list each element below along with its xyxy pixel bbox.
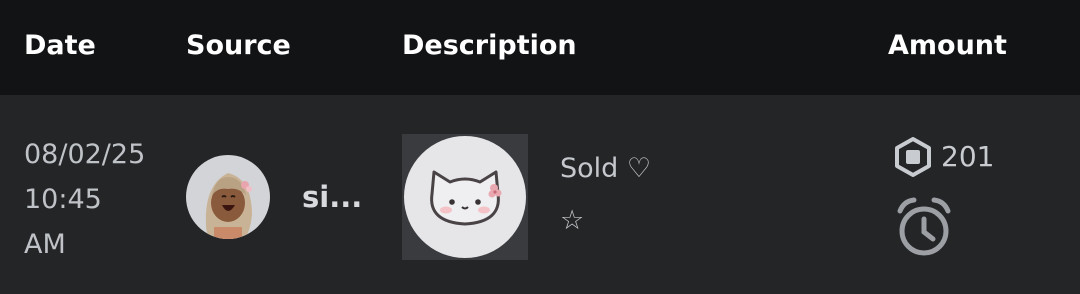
cat-icon bbox=[430, 170, 502, 226]
table-header: Date Source Description Amount bbox=[0, 0, 1080, 95]
description-title[interactable]: Sold ♡ bbox=[560, 153, 651, 184]
avatar[interactable] bbox=[186, 155, 270, 239]
amount-value: 201 bbox=[941, 140, 995, 173]
table-row: 08/02/25 10:45 AM si... Sold ♡ ☆ 201 bbox=[0, 95, 1080, 294]
date-line: 08/02/25 bbox=[24, 139, 146, 170]
header-source: Source bbox=[186, 30, 291, 61]
robux-icon bbox=[895, 137, 931, 177]
clock-icon bbox=[897, 197, 951, 256]
description-subtitle: ☆ bbox=[560, 205, 585, 236]
avatar-image bbox=[205, 173, 252, 239]
header-amount: Amount bbox=[888, 30, 1007, 61]
item-image bbox=[404, 136, 526, 258]
transaction-date: 08/02/25 10:45 AM bbox=[24, 132, 174, 267]
item-thumbnail[interactable] bbox=[402, 134, 528, 260]
header-description: Description bbox=[402, 30, 577, 61]
time-line: 10:45 bbox=[24, 184, 102, 215]
header-date: Date bbox=[24, 30, 96, 61]
ampm-line: AM bbox=[24, 229, 66, 260]
source-name[interactable]: si... bbox=[302, 180, 362, 214]
